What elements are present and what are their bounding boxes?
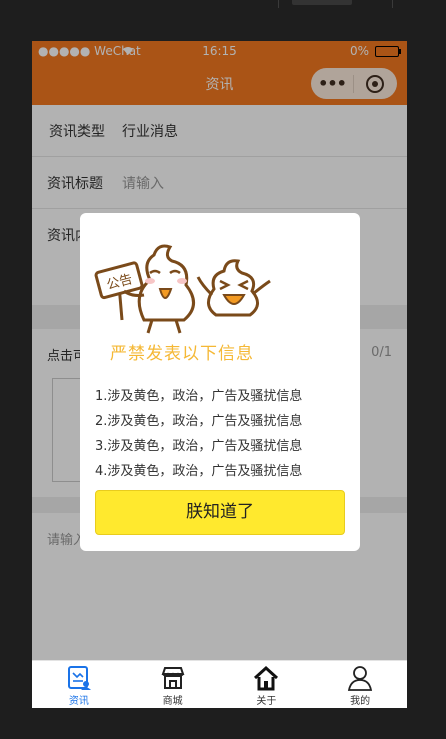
tab-about-label: 关于 bbox=[256, 696, 277, 707]
user-icon bbox=[348, 666, 373, 691]
tab-news[interactable]: 资讯 bbox=[32, 661, 126, 708]
confirm-button[interactable]: 朕知道了 bbox=[95, 490, 345, 535]
modal-title: 严禁发表以下信息 bbox=[110, 344, 254, 364]
tab-store-label: 商城 bbox=[162, 696, 183, 707]
rule-item: 3.涉及黄色，政治，广告及骚扰信息 bbox=[95, 439, 303, 454]
tab-about[interactable]: 关于 bbox=[220, 661, 314, 708]
news-icon bbox=[67, 666, 91, 690]
divider bbox=[278, 0, 279, 8]
devtools-top-strip bbox=[0, 0, 446, 8]
mascot-illustration: 公告 bbox=[94, 244, 271, 334]
tab-bar: 资讯 商城 关于 我的 bbox=[32, 660, 407, 708]
divider bbox=[392, 0, 393, 8]
tab-news-label: 资讯 bbox=[68, 696, 89, 707]
tab-mine[interactable]: 我的 bbox=[313, 661, 407, 708]
tab-store[interactable]: 商城 bbox=[126, 661, 220, 708]
rule-item: 1.涉及黄色，政治，广告及骚扰信息 bbox=[95, 389, 303, 404]
rule-item: 4.涉及黄色，政治，广告及骚扰信息 bbox=[95, 464, 303, 479]
tab-mine-label: 我的 bbox=[350, 696, 371, 707]
home-icon bbox=[254, 665, 279, 691]
notice-modal: 公告 严禁发表以下信息 1.涉及黄色，政治，广告及骚扰信息 2.涉及黄色，政治，… bbox=[80, 213, 360, 551]
toolbar-tab bbox=[292, 0, 352, 5]
rule-item: 2.涉及黄色，政治，广告及骚扰信息 bbox=[95, 414, 303, 429]
store-icon bbox=[161, 667, 185, 689]
rules-list: 1.涉及黄色，政治，广告及骚扰信息 2.涉及黄色，政治，广告及骚扰信息 3.涉及… bbox=[95, 384, 302, 484]
